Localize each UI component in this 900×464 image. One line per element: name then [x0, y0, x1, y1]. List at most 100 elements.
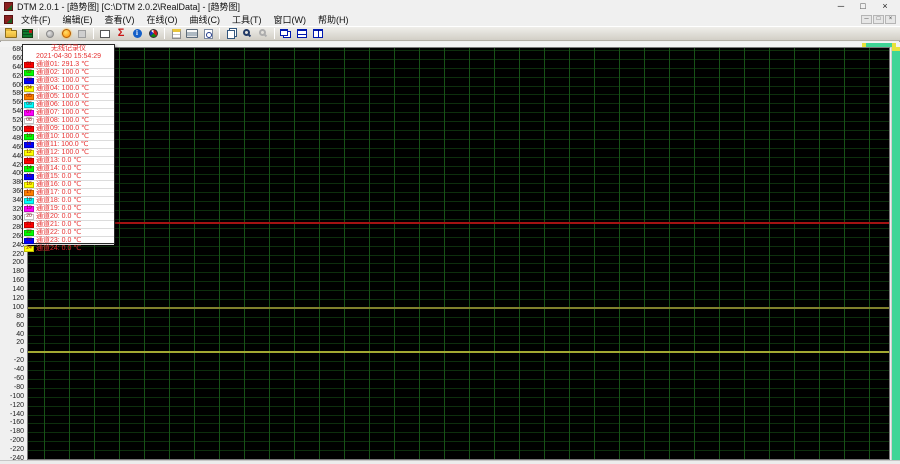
close-button[interactable]: ×	[874, 1, 896, 13]
toolbar-separator	[93, 28, 94, 39]
minimize-button[interactable]: ─	[830, 1, 852, 13]
channel-color-swatch: 18	[24, 198, 34, 204]
window-title: DTM 2.0.1 - [趋势图] [C:\DTM 2.0.2\RealData…	[17, 0, 240, 13]
legend-panel[interactable]: 无线记录仪 2021-04-30 15:54:29 01通道01: 291.3 …	[22, 44, 115, 244]
v-gridline	[769, 48, 770, 459]
h-gridline	[28, 192, 889, 193]
menu-item-online[interactable]: 在线(O)	[143, 13, 186, 26]
menu-item-file[interactable]: 文件(F)	[17, 13, 59, 26]
legend-channel-row: 12通道12: 100.0 ℃	[23, 149, 114, 157]
mdi-restore-button[interactable]: □	[873, 15, 884, 24]
menu-item-view[interactable]: 查看(V)	[101, 13, 143, 26]
y-axis-label: -40	[14, 366, 24, 373]
v-gridline	[744, 48, 745, 459]
info-button[interactable]: i	[129, 27, 145, 40]
channel-color-swatch: 15	[24, 174, 34, 180]
mdi-close-button[interactable]: ×	[885, 15, 896, 24]
legend-channel-row: 06通道06: 100.0 ℃	[23, 101, 114, 109]
channel-value-text: 通道18: 0.0 ℃	[36, 197, 81, 204]
print-button[interactable]	[184, 27, 200, 40]
vertical-slider-thumb[interactable]	[892, 51, 900, 460]
data-table-button[interactable]	[19, 27, 35, 40]
h-gridline	[28, 415, 889, 416]
circle-gray-icon	[46, 30, 54, 38]
channel-color-swatch: 22	[24, 230, 34, 236]
tile-vertical-button[interactable]	[310, 27, 326, 40]
h-gridline	[28, 272, 889, 273]
stop-inactive-button[interactable]	[74, 27, 90, 40]
h-gridline	[28, 130, 889, 131]
v-gridline	[319, 48, 320, 459]
channel-color-swatch: 10	[24, 134, 34, 140]
statistics-button[interactable]: Σ	[113, 27, 129, 40]
report-button[interactable]	[168, 27, 184, 40]
record-active-button[interactable]	[58, 27, 74, 40]
sigma-icon: Σ	[118, 28, 125, 39]
cascade-windows-button[interactable]	[278, 27, 294, 40]
channel-value-text: 通道24: 0.0 ℃	[36, 245, 81, 252]
channel-color-swatch: 20	[24, 214, 34, 220]
menu-item-edit[interactable]: 编辑(E)	[59, 13, 101, 26]
zoom-icon	[243, 29, 250, 36]
tile-horizontal-button[interactable]	[294, 27, 310, 40]
channel-color-swatch: 14	[24, 166, 34, 172]
mdi-minimize-button[interactable]: ─	[861, 15, 872, 24]
restore-button[interactable]: □	[852, 1, 874, 13]
bottom-strip	[0, 460, 900, 464]
y-axis-label: -160	[10, 419, 24, 426]
h-gridline	[28, 103, 889, 104]
channel-color-swatch: 19	[24, 206, 34, 212]
y-axis-label: 120	[12, 295, 24, 302]
channel-value-text: 通道06: 100.0 ℃	[36, 101, 89, 108]
v-gridline	[569, 48, 570, 459]
channel-color-swatch: 16	[24, 182, 34, 188]
menu-item-window[interactable]: 窗口(W)	[270, 13, 315, 26]
channel-color-swatch: 12	[24, 150, 34, 156]
legend-channel-row: 15通道15: 0.0 ℃	[23, 173, 114, 181]
legend-channel-row: 21通道21: 0.0 ℃	[23, 221, 114, 229]
channel-color-swatch: 21	[24, 222, 34, 228]
legend-title: 无线记录仪	[23, 45, 114, 53]
menu-item-curve[interactable]: 曲线(C)	[186, 13, 229, 26]
channel-color-swatch: 09	[24, 126, 34, 132]
toolbar-separator	[219, 28, 220, 39]
h-gridline	[28, 299, 889, 300]
vertical-zoom-track	[891, 47, 900, 460]
copy-button[interactable]	[223, 27, 239, 40]
tile-v-icon	[313, 29, 323, 38]
print-preview-button[interactable]	[200, 27, 216, 40]
menu-item-help[interactable]: 帮助(H)	[314, 13, 357, 26]
h-gridline	[28, 59, 889, 60]
legend-timestamp: 2021-04-30 15:54:29	[23, 53, 114, 61]
zoom-button[interactable]	[239, 27, 255, 40]
channel-color-swatch: 23	[24, 238, 34, 244]
info-icon: i	[133, 29, 142, 38]
channel-value-text: 通道16: 0.0 ℃	[36, 181, 81, 188]
h-gridline	[28, 290, 889, 291]
y-axis-label: -120	[10, 402, 24, 409]
v-gridline	[644, 48, 645, 459]
h-gridline	[28, 343, 889, 344]
trend-view-button[interactable]	[97, 27, 113, 40]
h-gridline	[28, 370, 889, 371]
legend-channel-row: 01通道01: 291.3 ℃	[23, 61, 114, 69]
menu-bar: 文件(F)编辑(E)查看(V)在线(O)曲线(C)工具(T)窗口(W)帮助(H)…	[0, 13, 900, 26]
open-file-button[interactable]	[3, 27, 19, 40]
v-gridline	[394, 48, 395, 459]
legend-channel-row: 14通道14: 0.0 ℃	[23, 165, 114, 173]
chart-plot-area[interactable]	[27, 47, 890, 460]
legend-channel-row: 04通道04: 100.0 ℃	[23, 85, 114, 93]
v-gridline	[594, 48, 595, 459]
h-gridline	[28, 441, 889, 442]
y-axis-label: 160	[12, 277, 24, 284]
h-gridline	[28, 219, 889, 220]
record-inactive-button[interactable]	[42, 27, 58, 40]
channel-color-swatch: 13	[24, 158, 34, 164]
pie-chart-button[interactable]	[145, 27, 161, 40]
menu-items: 文件(F)编辑(E)查看(V)在线(O)曲线(C)工具(T)窗口(W)帮助(H)	[17, 13, 357, 26]
toolbar-separator	[38, 28, 39, 39]
zoom-disabled-button[interactable]	[255, 27, 271, 40]
menu-item-tools[interactable]: 工具(T)	[228, 13, 270, 26]
h-gridline	[28, 335, 889, 336]
channel-value-text: 通道22: 0.0 ℃	[36, 229, 81, 236]
